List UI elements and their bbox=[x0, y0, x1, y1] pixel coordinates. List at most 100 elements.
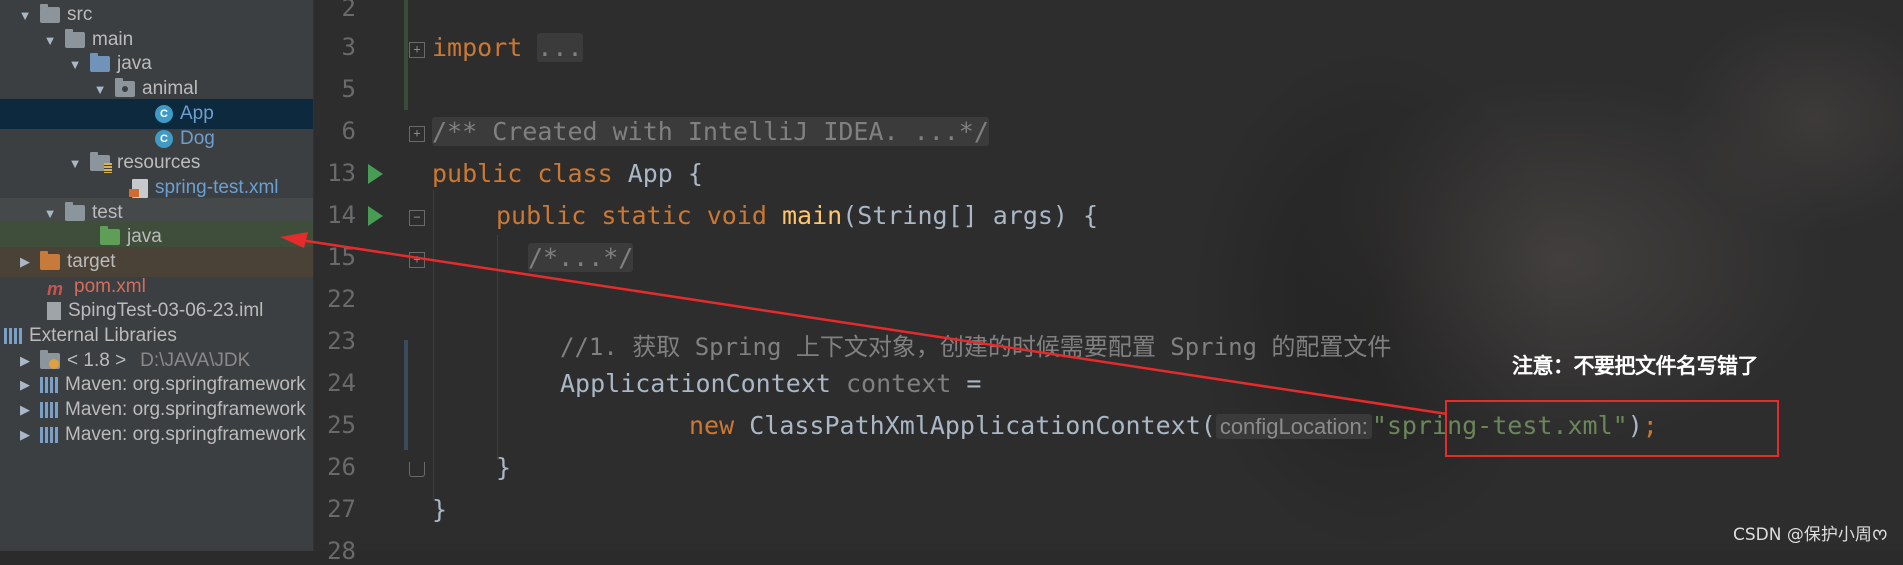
line-number: 6 bbox=[341, 117, 356, 145]
assign-operator: = bbox=[951, 369, 982, 398]
annotation-highlight-box bbox=[1445, 400, 1779, 457]
folded-comment[interactable]: /*...*/ bbox=[528, 243, 634, 272]
library-icon bbox=[40, 402, 58, 418]
tree-item-label: animal bbox=[142, 78, 198, 99]
method-name: main bbox=[782, 201, 843, 230]
vcs-change-marker bbox=[404, 0, 408, 110]
line-number: 23 bbox=[327, 327, 356, 355]
line-comment: //1. 获取 Spring 上下文对象，创建的时候需要配置 Spring 的配… bbox=[560, 333, 1392, 361]
project-tree-panel: ▼ src ▼ main ▼ java ▼ animal C App C Dog… bbox=[0, 0, 314, 551]
tree-item-label: Maven: org.springframework bbox=[65, 374, 306, 395]
line-number: 22 bbox=[327, 285, 356, 313]
indent-guide bbox=[433, 190, 434, 500]
expand-arrow-icon[interactable]: ▶ bbox=[18, 427, 32, 443]
class-icon: C bbox=[155, 130, 173, 148]
class-declaration: App { bbox=[627, 159, 703, 188]
line-number: 13 bbox=[327, 159, 356, 187]
jdk-path: D:\JAVA\JDK bbox=[140, 350, 251, 371]
fold-expand-icon[interactable]: + bbox=[409, 252, 425, 268]
expand-arrow-icon[interactable]: ▼ bbox=[18, 8, 32, 23]
expand-arrow-icon[interactable]: ▶ bbox=[18, 353, 32, 369]
line-number: 14 bbox=[327, 201, 356, 229]
tree-item-label: Dog bbox=[180, 128, 215, 149]
keyword: public bbox=[432, 159, 523, 188]
expand-arrow-icon[interactable]: ▶ bbox=[18, 377, 32, 393]
line-number: 28 bbox=[327, 537, 356, 565]
tree-item-label: SpingTest-03-06-23.iml bbox=[68, 300, 264, 321]
keyword: new bbox=[689, 411, 735, 440]
type-name: ApplicationContext bbox=[560, 369, 831, 398]
folder-icon bbox=[65, 202, 85, 221]
maven-icon: m bbox=[47, 279, 64, 299]
run-main-icon[interactable] bbox=[368, 206, 383, 226]
code-editor[interactable]: 2 3 5 6 13 14 15 22 23 24 25 26 27 28 + … bbox=[314, 0, 1903, 565]
excluded-folder-icon bbox=[40, 251, 60, 270]
tree-item-label: src bbox=[67, 4, 93, 25]
code-line-24: ApplicationContext context = bbox=[560, 369, 981, 398]
constructor-call: ClassPathXmlApplicationContext( bbox=[749, 411, 1216, 440]
fold-expand-icon[interactable]: + bbox=[409, 42, 425, 58]
jdk-icon bbox=[40, 350, 60, 369]
run-class-icon[interactable] bbox=[368, 164, 383, 184]
resources-folder-icon bbox=[90, 152, 112, 173]
tree-item-label: resources bbox=[117, 152, 201, 173]
code-line-3: import ... bbox=[432, 33, 583, 62]
expand-arrow-icon[interactable]: ▼ bbox=[43, 206, 57, 221]
tree-item-label: App bbox=[180, 103, 214, 124]
tree-item-label: pom.xml bbox=[74, 276, 146, 297]
test-source-folder-icon bbox=[100, 226, 120, 245]
fold-collapse-icon[interactable]: − bbox=[409, 210, 425, 226]
code-line-27: } bbox=[432, 495, 447, 524]
expand-arrow-icon[interactable]: ▼ bbox=[43, 33, 57, 48]
tree-item-label: External Libraries bbox=[29, 325, 177, 346]
folder-icon bbox=[65, 29, 85, 48]
library-icon bbox=[40, 377, 58, 393]
tree-item-label: target bbox=[67, 251, 116, 272]
iml-file-icon bbox=[47, 302, 61, 320]
fold-expand-icon[interactable]: + bbox=[409, 126, 425, 142]
library-icon bbox=[40, 427, 58, 443]
line-number: 5 bbox=[341, 75, 356, 103]
method-params: (String[] args) { bbox=[842, 201, 1099, 230]
tree-item-maven-lib[interactable]: ▶ Maven: org.springframework bbox=[0, 420, 313, 450]
line-number: 24 bbox=[327, 369, 356, 397]
indent-guide bbox=[497, 235, 498, 460]
vcs-change-marker bbox=[404, 340, 408, 450]
xml-file-icon bbox=[129, 178, 148, 198]
code-line-23: //1. 获取 Spring 上下文对象，创建的时候需要配置 Spring 的配… bbox=[560, 327, 1391, 362]
expand-arrow-icon[interactable]: ▼ bbox=[93, 82, 107, 97]
fold-end-icon[interactable] bbox=[409, 462, 425, 477]
folded-imports[interactable]: ... bbox=[537, 33, 583, 62]
parameter-hint: configLocation: bbox=[1215, 414, 1372, 439]
package-icon bbox=[115, 78, 135, 97]
tree-item-label: main bbox=[92, 29, 134, 50]
editor-gutter: 2 3 5 6 13 14 15 22 23 24 25 26 27 28 + … bbox=[314, 0, 425, 565]
tree-item-label: Maven: org.springframework bbox=[65, 424, 306, 445]
keyword: public static void bbox=[496, 201, 767, 230]
tree-item-label: Maven: org.springframework bbox=[65, 399, 306, 420]
expand-arrow-icon[interactable]: ▼ bbox=[68, 57, 82, 72]
tree-item-label: test bbox=[92, 202, 123, 223]
line-number: 27 bbox=[327, 495, 356, 523]
keyword: class bbox=[537, 159, 613, 188]
class-icon: C bbox=[155, 105, 173, 123]
close-brace: } bbox=[432, 495, 448, 524]
expand-arrow-icon[interactable]: ▶ bbox=[18, 402, 32, 418]
tree-item-label: java bbox=[127, 226, 162, 247]
code-line-14: public static void main(String[] args) { bbox=[496, 201, 1098, 230]
expand-arrow-icon[interactable]: ▼ bbox=[68, 156, 82, 171]
doc-comment[interactable]: /** Created with IntelliJ IDEA. ...*/ bbox=[432, 117, 989, 146]
line-number: 26 bbox=[327, 453, 356, 481]
expand-arrow-icon[interactable]: ▶ bbox=[18, 254, 32, 270]
watermark: CSDN @保护小周ᰔ bbox=[1733, 525, 1888, 545]
source-folder-icon bbox=[90, 53, 110, 72]
line-number: 15 bbox=[327, 243, 356, 271]
close-brace: } bbox=[496, 453, 512, 482]
libraries-icon bbox=[4, 328, 22, 344]
annotation-note: 注意：不要把文件名写错了 bbox=[1512, 354, 1759, 378]
code-line-6: /** Created with IntelliJ IDEA. ...*/ bbox=[432, 117, 989, 146]
keyword: import bbox=[432, 33, 523, 62]
code-line-13: public class App { bbox=[432, 159, 703, 188]
tree-item-label: java bbox=[117, 53, 152, 74]
line-number: 25 bbox=[327, 411, 356, 439]
